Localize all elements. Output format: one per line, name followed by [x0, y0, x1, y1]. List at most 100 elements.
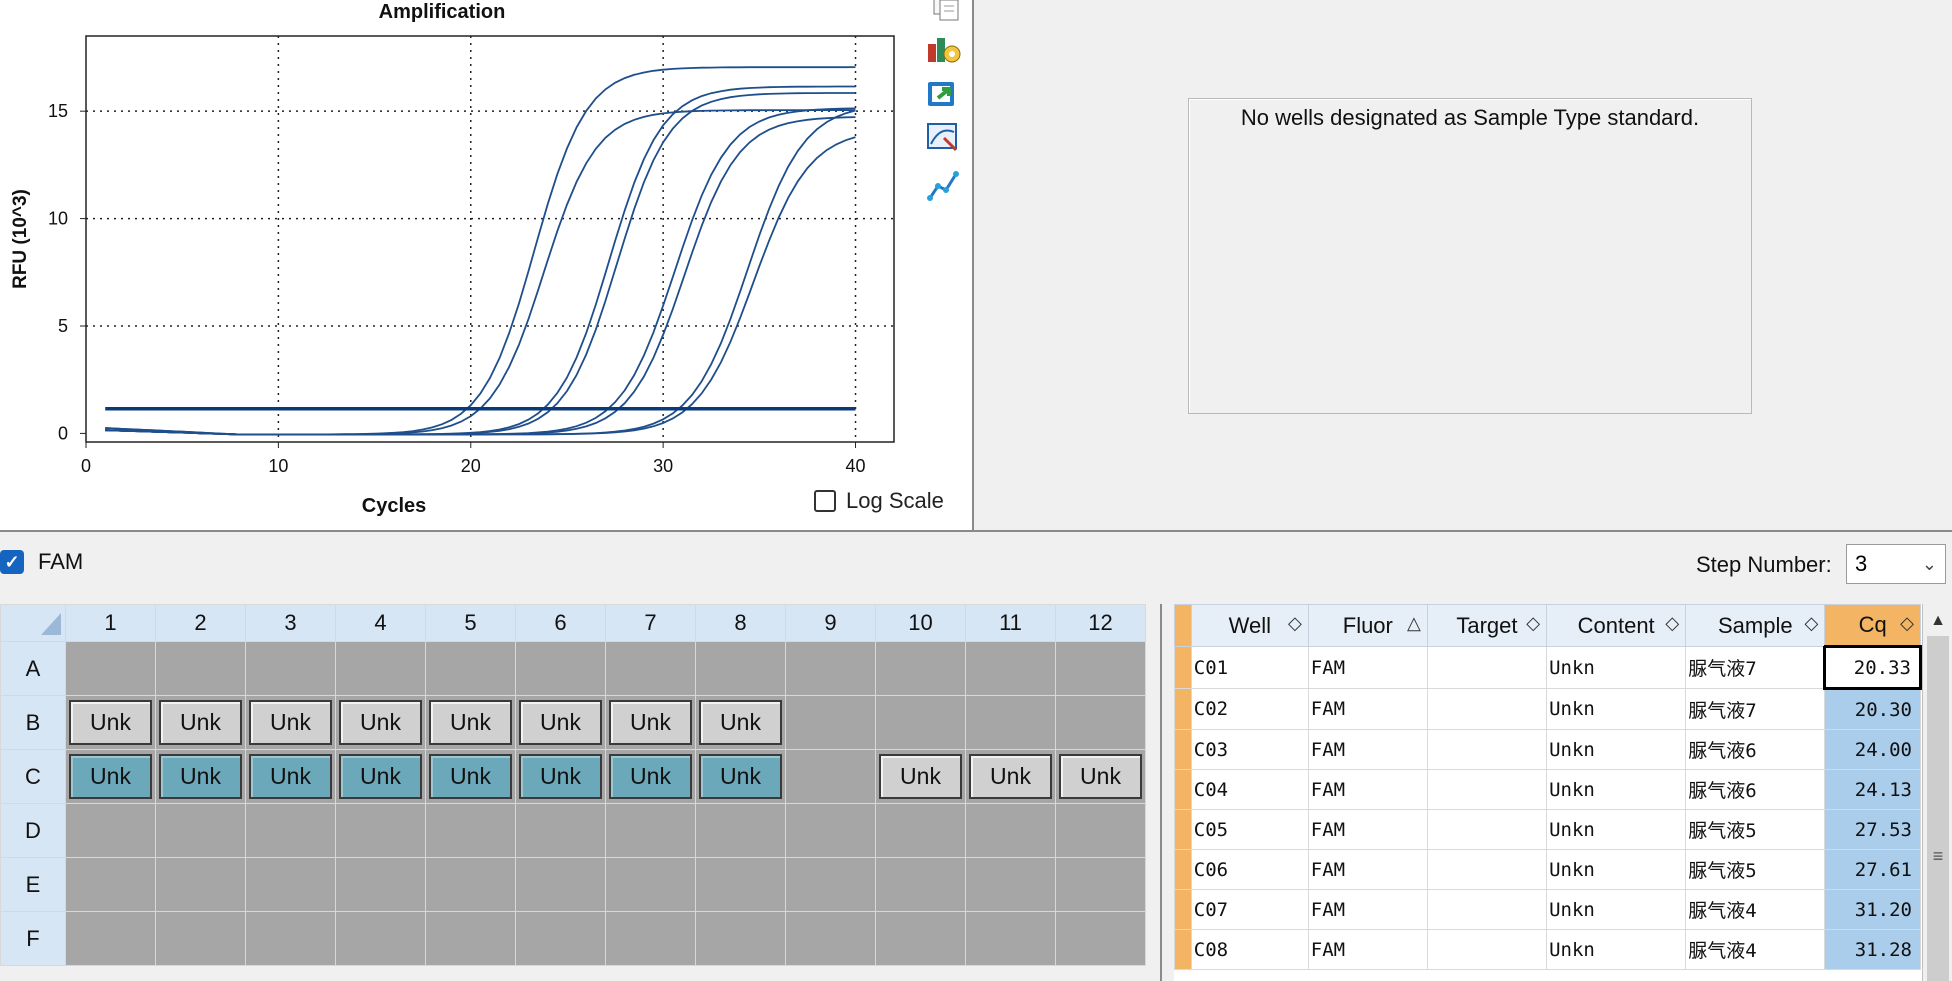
table-row[interactable]: C03 FAM Unkn 脲气液6 24.00 [1174, 729, 1921, 770]
plate-well[interactable] [155, 857, 246, 912]
plate-well[interactable] [875, 695, 966, 750]
plate-well[interactable]: Unk [425, 749, 516, 804]
well-sample-label[interactable]: Unk [1059, 754, 1142, 799]
plate-well[interactable]: Unk [965, 749, 1056, 804]
plate-well[interactable] [515, 641, 606, 696]
plate-well[interactable]: Unk [1055, 749, 1146, 804]
vertical-splitter[interactable] [972, 0, 988, 530]
plate-column-header[interactable]: 9 [785, 604, 876, 642]
plate-well[interactable] [65, 911, 156, 966]
row-marker[interactable] [1174, 889, 1192, 930]
plate-column-header[interactable]: 12 [1055, 604, 1146, 642]
plate-well[interactable]: Unk [65, 749, 156, 804]
cell-content[interactable]: Unkn [1546, 688, 1687, 730]
cell-target[interactable] [1426, 929, 1548, 970]
cell-sample[interactable]: 脲气液6 [1685, 729, 1826, 770]
plate-column-header[interactable]: 1 [65, 604, 156, 642]
plate-well[interactable] [515, 857, 606, 912]
cell-well[interactable]: C01 [1190, 646, 1309, 689]
plate-row-header[interactable]: A [0, 641, 66, 696]
plate-well[interactable] [695, 641, 786, 696]
cell-fluor[interactable]: FAM [1307, 849, 1428, 890]
well-sample-label[interactable]: Unk [519, 754, 602, 799]
plate-well[interactable] [1055, 641, 1146, 696]
plate-well[interactable]: Unk [515, 695, 606, 750]
plate-column-header[interactable]: 10 [875, 604, 966, 642]
plate-well[interactable] [695, 911, 786, 966]
plate-well[interactable] [965, 695, 1056, 750]
cell-target[interactable] [1426, 809, 1548, 850]
well-sample-label[interactable]: Unk [609, 754, 692, 799]
cell-well[interactable]: C07 [1190, 889, 1309, 930]
well-sample-label[interactable]: Unk [429, 700, 512, 745]
plate-well[interactable]: Unk [245, 749, 336, 804]
plate-well[interactable] [425, 857, 516, 912]
well-sample-label[interactable]: Unk [519, 700, 602, 745]
plate-well[interactable]: Unk [695, 749, 786, 804]
plate-well[interactable] [65, 641, 156, 696]
column-header-well[interactable]: Well ◇ [1190, 604, 1309, 647]
column-header-cq[interactable]: Cq ◇ [1824, 604, 1921, 647]
row-marker[interactable] [1174, 929, 1192, 970]
cell-sample[interactable]: 脲气液5 [1685, 849, 1826, 890]
well-sample-label[interactable]: Unk [69, 754, 152, 799]
cell-content[interactable]: Unkn [1546, 729, 1687, 770]
cell-cq[interactable]: 31.28 [1824, 929, 1921, 970]
plate-well[interactable] [965, 641, 1056, 696]
plate-well[interactable] [785, 749, 876, 804]
cell-content[interactable]: Unkn [1546, 849, 1687, 890]
column-header-target[interactable]: Target ◇ [1426, 604, 1548, 647]
cell-fluor[interactable]: FAM [1307, 929, 1428, 970]
plate-column-header[interactable]: 8 [695, 604, 786, 642]
cell-content[interactable]: Unkn [1546, 646, 1687, 689]
cell-well[interactable]: C02 [1190, 688, 1309, 730]
plate-well[interactable] [245, 857, 336, 912]
scroll-thumb[interactable]: ≡ [1927, 636, 1949, 981]
plate-column-header[interactable]: 6 [515, 604, 606, 642]
cell-well[interactable]: C05 [1190, 809, 1309, 850]
column-header-sample[interactable]: Sample ◇ [1685, 604, 1826, 647]
plate-well[interactable]: Unk [335, 695, 426, 750]
plate-well[interactable] [965, 911, 1056, 966]
cell-target[interactable] [1426, 688, 1548, 730]
well-sample-label[interactable]: Unk [69, 700, 152, 745]
cell-content[interactable]: Unkn [1546, 769, 1687, 810]
row-marker[interactable] [1174, 809, 1192, 850]
plate-well[interactable] [155, 911, 246, 966]
table-row[interactable]: C05 FAM Unkn 脲气液5 27.53 [1174, 809, 1921, 850]
plate-well[interactable]: Unk [335, 749, 426, 804]
table-row[interactable]: C04 FAM Unkn 脲气液6 24.13 [1174, 769, 1921, 810]
cell-fluor[interactable]: FAM [1307, 646, 1428, 689]
plate-well[interactable] [515, 911, 606, 966]
cell-cq[interactable]: 24.00 [1824, 729, 1921, 770]
plate-column-header[interactable]: 3 [245, 604, 336, 642]
cell-target[interactable] [1426, 729, 1548, 770]
log-scale-box[interactable] [814, 490, 836, 512]
plate-table-splitter[interactable] [1160, 604, 1172, 981]
table-row[interactable]: C01 FAM Unkn 脲气液7 20.33 [1174, 645, 1922, 690]
plate-well[interactable] [335, 911, 426, 966]
well-sample-label[interactable]: Unk [609, 700, 692, 745]
plate-well[interactable] [1055, 803, 1146, 858]
plate-well[interactable] [245, 641, 336, 696]
sort-ascending-icon[interactable]: △ [1407, 613, 1421, 634]
cell-well[interactable]: C03 [1190, 729, 1309, 770]
plate-well[interactable] [875, 857, 966, 912]
plate-well[interactable]: Unk [605, 749, 696, 804]
cell-sample[interactable]: 脲气液4 [1685, 889, 1826, 930]
well-sample-label[interactable]: Unk [699, 754, 782, 799]
plate-column-header[interactable]: 7 [605, 604, 696, 642]
cell-sample[interactable]: 脲气液5 [1685, 809, 1826, 850]
cell-target[interactable] [1426, 849, 1548, 890]
cell-content[interactable]: Unkn [1546, 929, 1687, 970]
row-marker[interactable] [1174, 729, 1192, 770]
well-sample-label[interactable]: Unk [339, 700, 422, 745]
row-marker[interactable] [1174, 646, 1192, 689]
row-marker[interactable] [1174, 688, 1192, 730]
plate-well[interactable] [425, 911, 516, 966]
plate-well[interactable] [1055, 911, 1146, 966]
results-scrollbar[interactable]: ▲ ≡ [1922, 604, 1952, 981]
plate-column-header[interactable]: 2 [155, 604, 246, 642]
fam-checkbox[interactable]: ✓ [0, 550, 24, 574]
cell-well[interactable]: C06 [1190, 849, 1309, 890]
